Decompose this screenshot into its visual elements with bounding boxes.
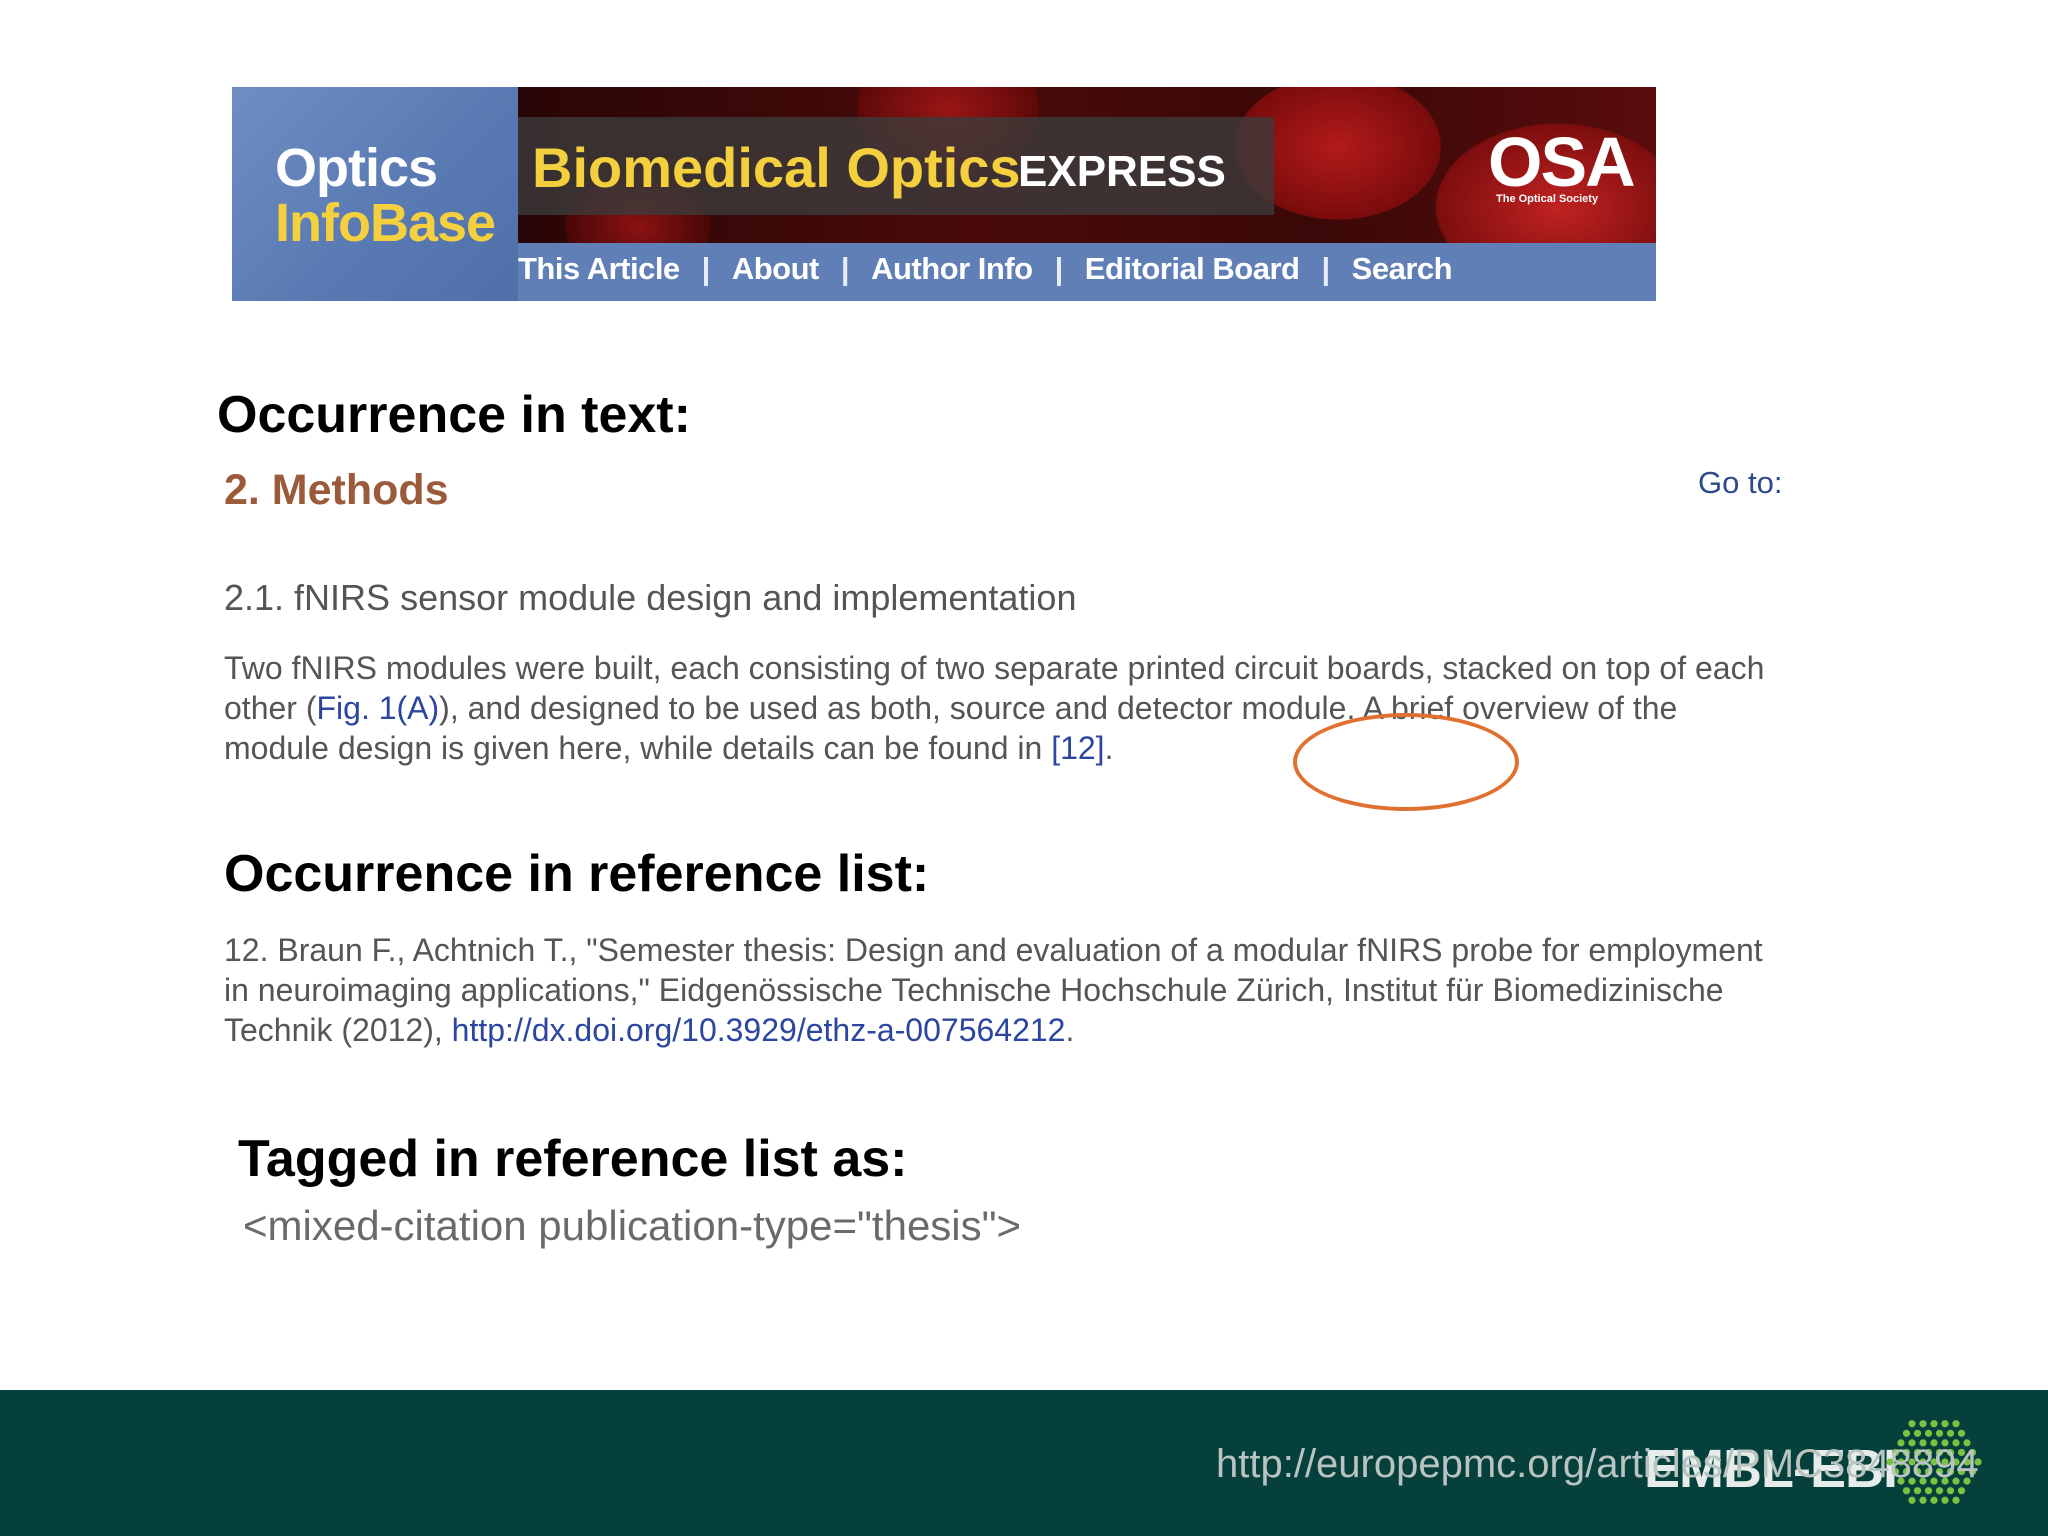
hexagon-dot: [1952, 1496, 1960, 1504]
hexagon-dot: [1913, 1429, 1922, 1437]
doi-link[interactable]: http://dx.doi.org/10.3929/ethz-a-0075642…: [452, 1012, 1066, 1048]
methods-section-title: 2. Methods: [224, 466, 449, 514]
brand-line-infobase: InfoBase: [275, 193, 496, 253]
nav-separator: |: [840, 251, 850, 286]
hexagon-dot: [1913, 1487, 1922, 1495]
citation-highlight-circle: [1293, 713, 1519, 811]
optics-infobase-logo[interactable]: Optics InfoBase: [232, 87, 518, 301]
hexagon-dot: [1919, 1496, 1927, 1504]
nav-editorial-board[interactable]: Editorial Board: [1085, 251, 1300, 287]
hexagon-dot: [1902, 1487, 1911, 1495]
europepmc-article-url[interactable]: http://europepmc.org/articles/PMC3848894: [1216, 1442, 1979, 1487]
hexagon-dot: [1935, 1487, 1944, 1495]
hexagon-dot: [1919, 1420, 1927, 1428]
citation-12-link[interactable]: [12]: [1051, 730, 1104, 766]
osa-logo[interactable]: OSA: [1488, 122, 1636, 202]
nav-author-info[interactable]: Author Info: [871, 251, 1033, 287]
hexagon-dot: [1957, 1487, 1966, 1495]
goto-link[interactable]: Go to:: [1698, 465, 1782, 501]
journal-title-box: Biomedical Optics EXPRESS: [518, 117, 1274, 215]
hexagon-dot: [1930, 1420, 1938, 1428]
subsection-title: 2.1. fNIRS sensor module design and impl…: [224, 577, 1077, 618]
hexagon-dot: [1946, 1487, 1955, 1495]
methods-paragraph: Two fNIRS modules were built, each consi…: [224, 648, 1784, 768]
heading-occurrence-in-reference-list: Occurrence in reference list:: [224, 845, 930, 903]
xml-tag-code: <mixed-citation publication-type="thesis…: [243, 1202, 1022, 1249]
hexagon-dot: [1924, 1429, 1933, 1437]
hexagon-dot: [1908, 1496, 1916, 1504]
heading-tagged-in-reference-list: Tagged in reference list as:: [238, 1130, 908, 1188]
heading-occurrence-in-text: Occurrence in text:: [217, 386, 691, 444]
nav-about[interactable]: About: [732, 251, 820, 287]
hexagon-dot: [1941, 1496, 1949, 1504]
fig-1a-link[interactable]: Fig. 1(A): [316, 690, 439, 726]
journal-banner: Optics InfoBase Biomedical Optics EXPRES…: [232, 87, 1656, 301]
nav-separator: |: [1054, 251, 1064, 286]
brand-line-optics: Optics: [275, 138, 438, 198]
hexagon-dot: [1908, 1420, 1916, 1428]
paragraph-text: .: [1104, 730, 1114, 766]
journal-title: Biomedical Optics: [532, 136, 1021, 199]
slide-footer: EMBL-EBI http://europepmc.org/articles/P…: [0, 1390, 2048, 1536]
nav-separator: |: [701, 251, 711, 286]
nav-this-article[interactable]: This Article: [518, 251, 680, 287]
hexagon-dot: [1952, 1420, 1960, 1428]
hexagon-dot: [1946, 1429, 1955, 1437]
hexagon-dot: [1930, 1496, 1938, 1504]
hexagon-dot: [1902, 1429, 1911, 1437]
hexagon-dot: [1957, 1429, 1966, 1437]
nav-search[interactable]: Search: [1352, 251, 1453, 287]
reference-text: .: [1065, 1012, 1075, 1048]
nav-separator: |: [1321, 251, 1330, 286]
reference-entry: 12. Braun F., Achtnich T., "Semester the…: [224, 930, 1784, 1050]
hexagon-dot: [1924, 1487, 1933, 1495]
journal-nav: This Article | About | Author Info | Edi…: [518, 247, 1453, 291]
journal-title-suffix: EXPRESS: [1018, 147, 1226, 196]
hexagon-dot: [1935, 1429, 1944, 1437]
osa-tagline: The Optical Society: [1496, 193, 1599, 205]
hexagon-dot: [1941, 1420, 1949, 1428]
